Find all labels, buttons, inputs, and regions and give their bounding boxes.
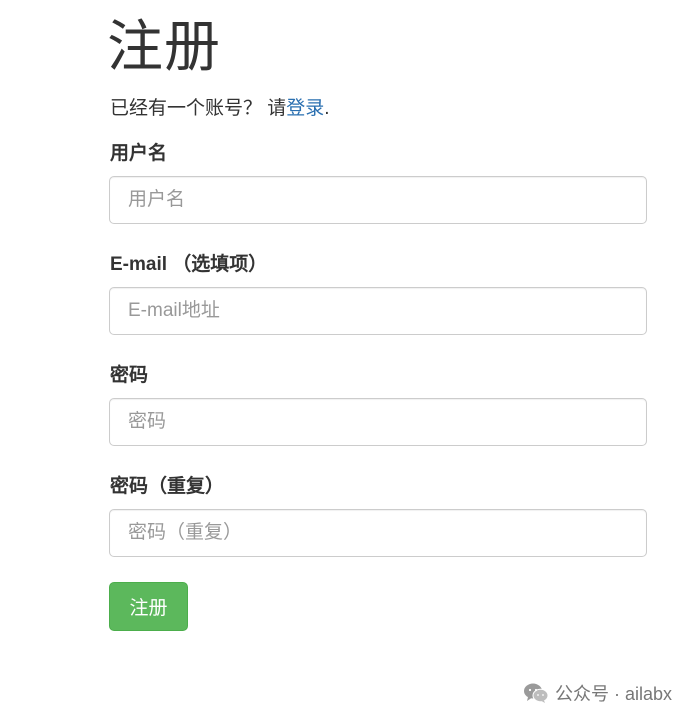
login-prompt-suffix: .: [324, 98, 330, 119]
page-title: 注册: [107, 15, 221, 78]
login-link[interactable]: 登录: [286, 98, 324, 119]
watermark: 公众号 · ailabx: [523, 680, 672, 706]
username-input[interactable]: [109, 176, 647, 224]
password-repeat-input[interactable]: [109, 509, 647, 557]
password-input[interactable]: [109, 398, 647, 446]
username-label: 用户名: [110, 143, 168, 164]
email-input[interactable]: [109, 287, 647, 335]
password-repeat-label: 密码（重复）: [110, 476, 225, 497]
wechat-icon: [523, 682, 549, 704]
password-label: 密码: [110, 365, 149, 386]
login-prompt-text: 已经有一个账号？ 请: [110, 98, 287, 119]
register-button[interactable]: 注册: [109, 582, 188, 631]
watermark-text: 公众号 · ailabx: [554, 684, 672, 704]
login-prompt: 已经有一个账号？ 请登录.: [110, 96, 330, 122]
signup-page: 注册 已经有一个账号？ 请登录. 用户名 E-mail （选填项） 密码 密码（…: [0, 0, 690, 722]
email-label: E-mail （选填项）: [110, 254, 268, 275]
